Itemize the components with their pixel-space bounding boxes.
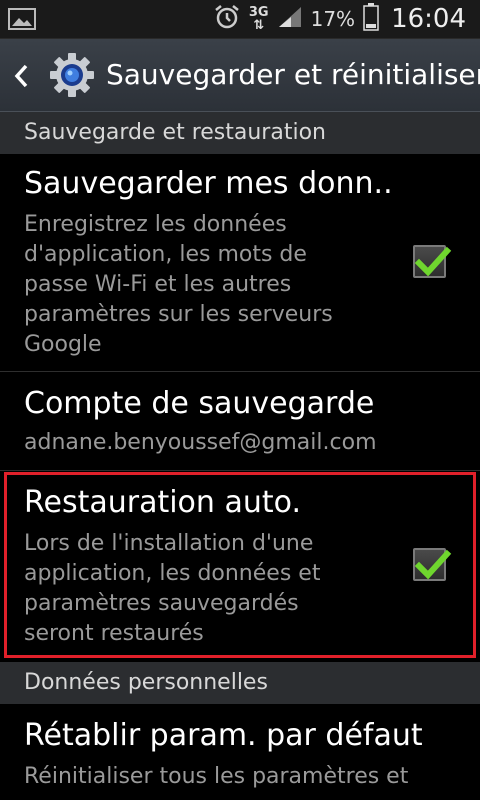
page-title: Sauvegarder et réinitialiser — [106, 58, 480, 91]
summary-line: passe Wi-Fi et les autres — [24, 272, 292, 297]
alarm-icon — [213, 3, 241, 35]
gallery-icon — [8, 8, 36, 34]
data-arrows-icon: ⇅ — [253, 18, 265, 33]
back-chevron-icon[interactable] — [12, 63, 30, 93]
summary-line: paramètres sur les serveurs — [24, 302, 333, 327]
pref-backup-data[interactable]: Sauvegarder mes donn.. Enregistrez les d… — [0, 154, 480, 371]
settings-gear-icon[interactable] — [48, 51, 96, 103]
pref-summary: Réinitialiser tous les paramètres et — [24, 764, 409, 789]
signal-icon — [277, 5, 303, 33]
section-header-backup: Sauvegarde et restauration — [0, 112, 480, 154]
pref-summary: Enregistrez les données d'application, l… — [24, 210, 384, 360]
backup-data-checkbox[interactable] — [413, 245, 452, 278]
pref-factory-reset[interactable]: Rétablir param. par défaut Réinitialiser… — [0, 704, 480, 800]
pref-summary: adnane.benyoussef@gmail.com — [24, 430, 377, 455]
check-icon — [414, 246, 452, 277]
summary-line: Google — [24, 332, 102, 357]
summary-line: d'application, les mots de — [24, 242, 307, 267]
clock-time: 16:04 — [391, 4, 466, 34]
pref-backup-account[interactable]: Compte de sauvegarde adnane.benyoussef@g… — [0, 372, 480, 470]
battery-icon — [363, 3, 379, 35]
pref-title: Compte de sauvegarde — [24, 386, 375, 421]
summary-line: Enregistrez les données — [24, 212, 287, 237]
action-bar: Sauvegarder et réinitialiser — [0, 39, 480, 112]
highlight-box — [4, 472, 476, 658]
section-header-personal: Données personnelles — [0, 662, 480, 704]
status-bar: 3G ⇅ 17% 16:04 — [0, 0, 480, 39]
pref-title: Sauvegarder mes donn.. — [24, 166, 393, 201]
status-icons: 3G ⇅ 17% 16:04 — [213, 0, 466, 38]
battery-percent: 17% — [310, 7, 356, 31]
network-type-label: 3G ⇅ — [249, 6, 269, 32]
pref-title: Rétablir param. par défaut — [24, 718, 423, 753]
